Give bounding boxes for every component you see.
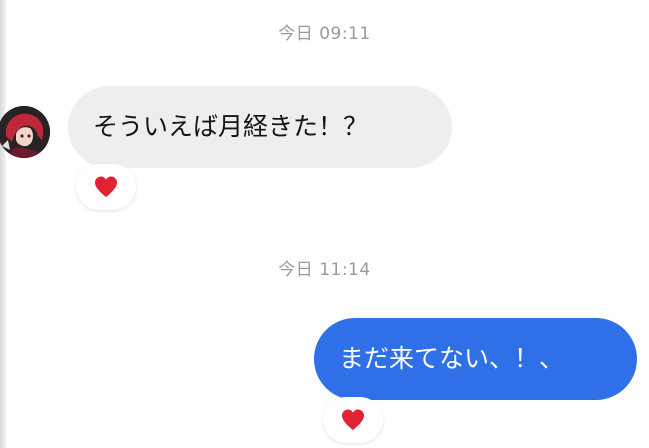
incoming-message-bubble[interactable]: そういえば月経きた！？ [68, 86, 452, 168]
reaction-badge[interactable] [323, 397, 383, 443]
heart-icon [95, 176, 117, 197]
heart-icon [342, 409, 364, 430]
timestamp: 今日 11:14 [278, 260, 371, 280]
avatar[interactable] [0, 106, 50, 158]
avatar-image [0, 106, 50, 158]
reaction-badge[interactable] [76, 164, 136, 210]
timestamp: 今日 09:11 [278, 24, 371, 44]
left-panel-edge [0, 0, 6, 448]
outgoing-message-bubble[interactable]: まだ来てない、！、 [314, 318, 637, 400]
